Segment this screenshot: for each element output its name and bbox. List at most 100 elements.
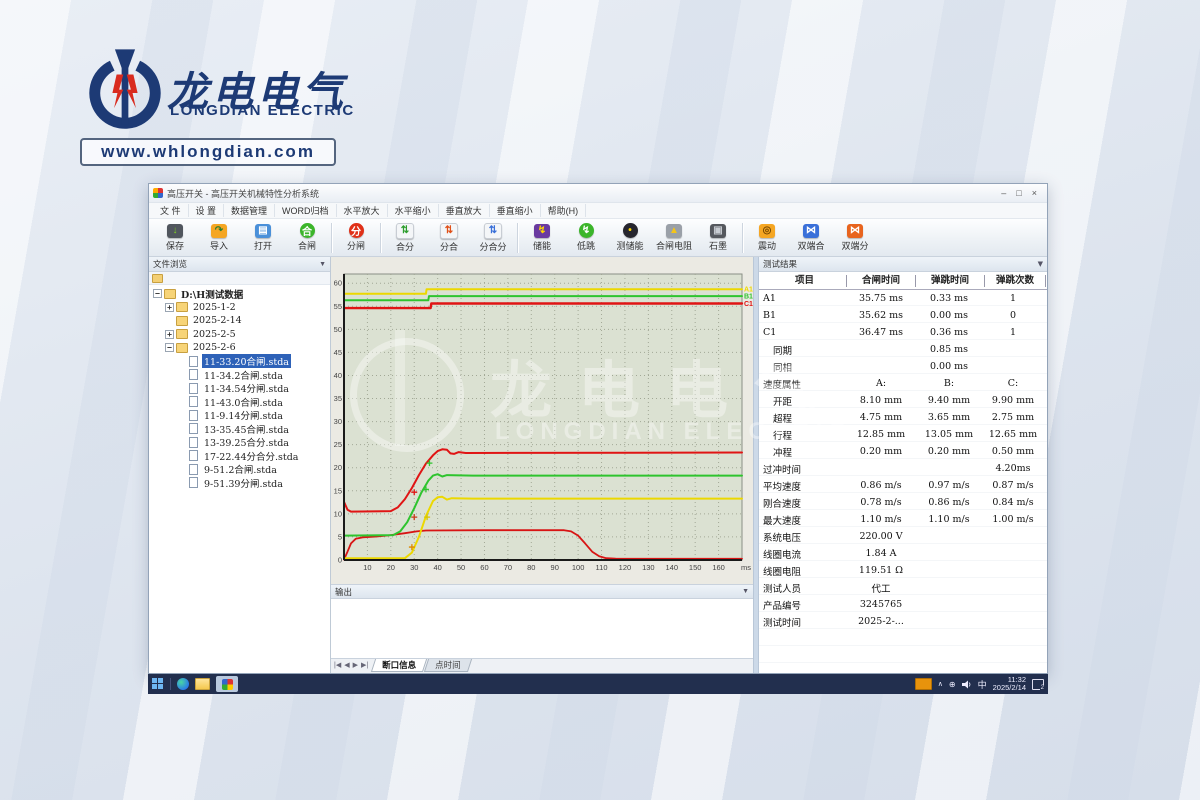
toolbar-button-合闸电阻[interactable]: ▲合闸电阻 [652, 221, 696, 255]
output-header[interactable]: 输出 ▼ [331, 584, 753, 599]
file-browser-header[interactable]: 文件浏览 ▼ [149, 257, 330, 272]
chevron-down-icon[interactable]: ▼ [319, 261, 326, 268]
tab-point-time[interactable]: 点时间 [424, 659, 472, 672]
tree-toolbar [149, 272, 330, 285]
minimize-button[interactable]: – [1001, 188, 1006, 198]
tree-expander-icon[interactable]: + [165, 303, 174, 312]
result-label: B1 [759, 310, 847, 321]
tree-item[interactable]: 11-34.2合闸.stda [149, 368, 330, 382]
title-bar[interactable]: 高压开关 - 高压开关机械特性分析系统 – □ × [149, 184, 1047, 203]
tree-item[interactable]: 9-51.39分闸.stda [149, 476, 330, 490]
menu-item[interactable]: 设 置 [189, 204, 225, 217]
menu-item[interactable]: 文 件 [153, 204, 189, 217]
tree-item[interactable]: 17-22.44分合分.stda [149, 449, 330, 463]
toolbar-button-分闸[interactable]: 分分闸 [334, 221, 378, 255]
tree-item[interactable]: +2025-1-2 [149, 301, 330, 315]
tree-item[interactable]: 13-39.25合分.stda [149, 436, 330, 450]
tree-expander-icon[interactable]: − [165, 343, 174, 352]
menu-item[interactable]: 垂直放大 [439, 204, 490, 217]
toolbar-button-双端分[interactable]: ⋈双端分 [833, 221, 877, 255]
tree-item-label: 2025-2-14 [191, 315, 244, 326]
maximize-button[interactable]: □ [1016, 188, 1021, 198]
test-results-header[interactable]: 测试结果 ▼ [759, 257, 1047, 272]
file-icon [189, 410, 198, 421]
last-tab-icon[interactable]: ▶| [361, 661, 368, 669]
notification-icon[interactable]: 2 [1032, 679, 1044, 690]
file-explorer-icon[interactable] [195, 678, 210, 690]
folder-icon [176, 343, 188, 353]
toolbar-button-导入[interactable]: ↷导入 [197, 221, 241, 255]
toolbar-button-分合[interactable]: ⇅分合 [427, 221, 471, 255]
result-row: 最大速度1.10 m/s1.10 m/s1.00 m/s [759, 511, 1047, 528]
edge-browser-icon[interactable] [177, 678, 189, 690]
chevron-down-icon[interactable]: ▼ [1038, 260, 1043, 268]
result-row: 刚合速度0.78 m/s0.86 m/s0.84 m/s [759, 494, 1047, 511]
toolbar-button-保存[interactable]: ↓保存 [153, 221, 197, 255]
tree-item[interactable]: 9-51.2合闸.stda [149, 463, 330, 477]
first-tab-icon[interactable]: |◀ [334, 661, 341, 669]
toolbar-button-label: 石墨 [709, 239, 727, 252]
tray-chevron-icon[interactable]: ∧ [938, 680, 943, 688]
result-value: 1.10 m/s [915, 514, 983, 525]
main-area: 文件浏览 ▼ −D:\H测试数据+2025-1-22025-2-14 +2025-… [149, 257, 1047, 673]
output-log[interactable] [331, 599, 753, 659]
toolbar-button-震动[interactable]: ◎震动 [745, 221, 789, 255]
menu-item[interactable]: 帮助(H) [541, 204, 587, 217]
center-panel: 0510152025303540455055601020304050607080… [331, 257, 753, 673]
tree-item[interactable]: 2025-2-14 [149, 314, 330, 328]
toolbar-button-分合分[interactable]: ⇅分合分 [471, 221, 515, 255]
tree-item[interactable]: −D:\H测试数据 [149, 287, 330, 301]
toolbar-button-石墨[interactable]: ▣石墨 [696, 221, 740, 255]
ime-indicator[interactable]: 中 [978, 678, 987, 691]
toolbar-button-低跳[interactable]: ↯低跳 [564, 221, 608, 255]
svg-text:40: 40 [334, 371, 342, 380]
close-button[interactable]: × [1032, 188, 1037, 198]
svg-text:55: 55 [334, 302, 342, 311]
toolbar-button-打开[interactable]: ▤打开 [241, 221, 285, 255]
tree-item[interactable]: −2025-2-6 [149, 341, 330, 355]
tab-nav-arrows[interactable]: |◀ ◀ ▶ ▶| [334, 659, 372, 671]
result-label: 系统电压 [759, 530, 847, 544]
toolbar-button-label: 合闸 [298, 239, 316, 252]
tree-item-label: 11-9.14分闸.stda [202, 408, 285, 422]
tree-spacer [177, 384, 186, 393]
prev-tab-icon[interactable]: ◀ [344, 661, 349, 669]
toolbar-button-双端合[interactable]: ⋈双端合 [789, 221, 833, 255]
taskbar-clock[interactable]: 11:32 2025/2/14 [993, 676, 1026, 693]
menu-item[interactable]: WORD归档 [275, 204, 337, 217]
toolbar-button-测储能[interactable]: •测储能 [608, 221, 652, 255]
chevron-down-icon[interactable]: ▼ [742, 588, 749, 595]
tree-item[interactable]: 13-35.45合闸.stda [149, 422, 330, 436]
next-tab-icon[interactable]: ▶ [353, 661, 358, 669]
tree-item[interactable]: 11-43.0合闸.stda [149, 395, 330, 409]
tree-expander-icon[interactable]: + [165, 330, 174, 339]
menu-item[interactable]: 水平缩小 [388, 204, 439, 217]
低跳-icon: ↯ [579, 223, 594, 238]
toolbar-button-合闸[interactable]: 合合闸 [285, 221, 329, 255]
result-value: 13.05 mm [915, 429, 983, 440]
menu-item[interactable]: 数据管理 [224, 204, 275, 217]
toolbar-button-合分[interactable]: ⇅合分 [383, 221, 427, 255]
result-value: 0.97 m/s [915, 480, 983, 491]
tree-item[interactable]: 11-33.20合闸.stda [149, 355, 330, 369]
result-label: C1 [759, 327, 847, 338]
chart-area[interactable]: 0510152025303540455055601020304050607080… [331, 257, 753, 584]
toolbar-button-储能[interactable]: ↯储能 [520, 221, 564, 255]
result-row: C136.47 ms0.36 ms1 [759, 324, 1047, 341]
tree-item[interactable]: 11-34.54分闸.stda [149, 382, 330, 396]
tray-app-icon[interactable] [915, 678, 932, 690]
result-value: 0.00 ms [915, 361, 983, 372]
tree-item[interactable]: +2025-2-5 [149, 328, 330, 342]
menu-item[interactable]: 垂直缩小 [490, 204, 541, 217]
network-icon[interactable]: ⊕ [949, 680, 956, 689]
folder-tool-icon[interactable] [152, 274, 163, 283]
svg-text:10: 10 [334, 509, 342, 518]
volume-icon[interactable] [962, 680, 972, 689]
menu-item[interactable]: 水平放大 [337, 204, 388, 217]
start-button[interactable] [152, 678, 164, 690]
column-header: 弹跳时间 [916, 275, 985, 287]
tree-expander-icon[interactable]: − [153, 289, 162, 298]
active-app-task-icon[interactable] [216, 676, 238, 692]
tab-break-info[interactable]: 断口信息 [371, 659, 427, 672]
tree-item[interactable]: 11-9.14分闸.stda [149, 409, 330, 423]
